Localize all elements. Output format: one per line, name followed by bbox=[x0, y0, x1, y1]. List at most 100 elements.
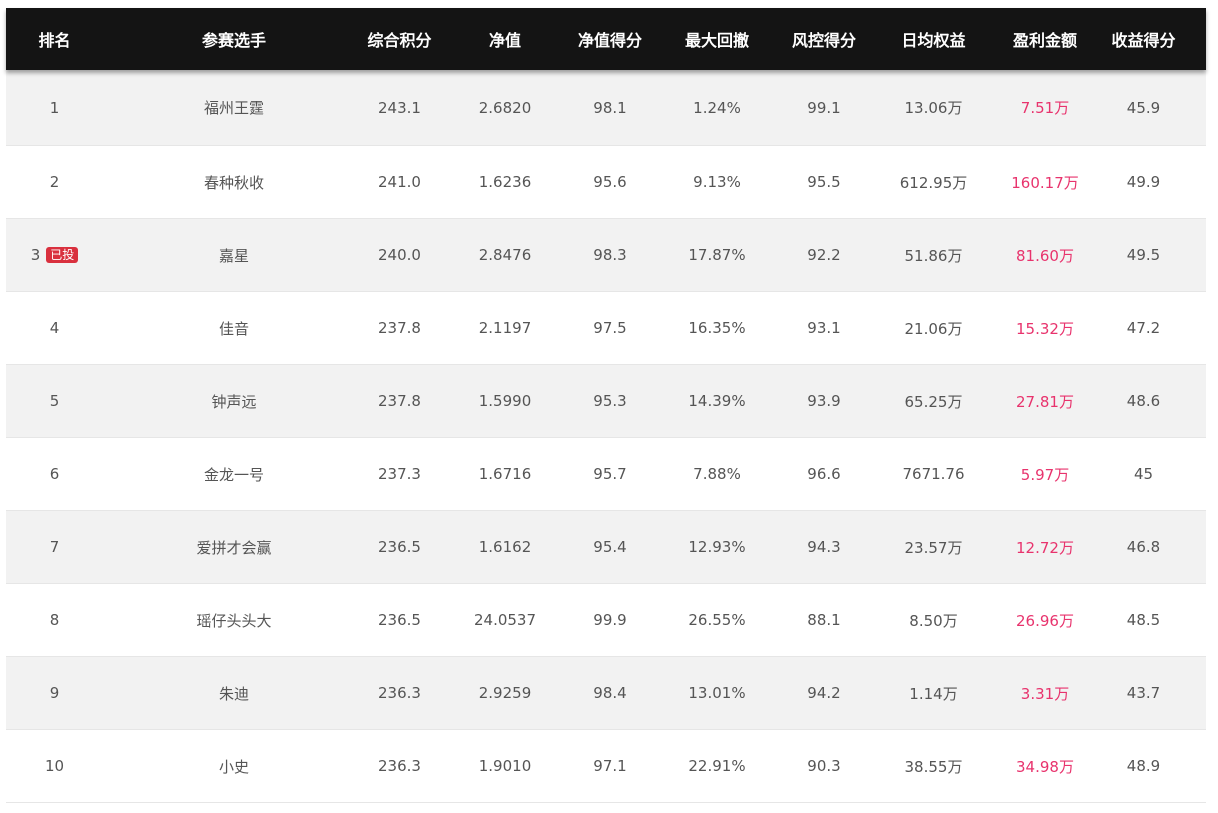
rank-cell: 1 bbox=[6, 99, 103, 117]
avg-equity-cell-text: 23.57万 bbox=[904, 538, 963, 557]
profit-cell: 5.97万 bbox=[1009, 464, 1081, 485]
table-row[interactable]: 3 已投 嘉星 240.0 2.8476 98.3 17.87% 92.2 51.86万 81.6… bbox=[6, 219, 1206, 292]
return-score-cell: 45 bbox=[1081, 465, 1206, 483]
score-cell-text: 241.0 bbox=[378, 173, 421, 191]
return-score-cell-text: 49.5 bbox=[1126, 246, 1161, 264]
drawdown-cell: 12.93% bbox=[644, 538, 790, 556]
header-risk-score[interactable]: 风控得分 bbox=[790, 27, 858, 51]
avg-equity-cell-text: 13.06万 bbox=[904, 99, 963, 117]
nav-cell-text: 2.6820 bbox=[478, 98, 532, 117]
table-row[interactable]: 7 爱拼才会赢 236.5 1.6162 95.4 12.93% 94.3 23.57万 12.… bbox=[6, 511, 1206, 584]
score-cell: 243.1 bbox=[365, 99, 434, 117]
score-cell: 240.0 bbox=[365, 246, 434, 264]
nav-score-cell: 95.7 bbox=[576, 465, 644, 483]
nav-cell: 1.6162 bbox=[434, 538, 576, 556]
drawdown-cell: 17.87% bbox=[644, 246, 790, 264]
header-profit[interactable]: 盈利金额 bbox=[1009, 27, 1081, 51]
table-row[interactable]: 2 春种秋收 241.0 1.6236 95.6 9.13% 95.5 612.95万 160.… bbox=[6, 146, 1206, 219]
return-score-cell-text: 43.7 bbox=[1126, 684, 1161, 702]
avg-equity-cell: 23.57万 bbox=[858, 537, 1009, 558]
rank-cell: 5 bbox=[6, 392, 103, 410]
score-cell-text: 237.8 bbox=[378, 319, 421, 337]
score-cell: 236.5 bbox=[365, 538, 434, 556]
header-nav[interactable]: 净值 bbox=[434, 27, 576, 51]
risk-score-cell-text: 90.3 bbox=[807, 757, 841, 775]
risk-score-cell-text: 93.1 bbox=[807, 319, 841, 337]
table-row[interactable]: 9 朱迪 236.3 2.9259 98.4 13.01% 94.2 1.14万 3.31万 43… bbox=[6, 657, 1206, 730]
player-name: 佳音 bbox=[103, 318, 365, 339]
nav-cell: 1.5990 bbox=[434, 392, 576, 410]
table-row[interactable]: 6 金龙一号 237.3 1.6716 95.7 7.88% 96.6 7671.76 5.97… bbox=[6, 438, 1206, 511]
player-name-text: 钟声远 bbox=[211, 392, 257, 411]
table-row[interactable]: 5 钟声远 237.8 1.5990 95.3 14.39% 93.9 65.25万 27.81… bbox=[6, 365, 1206, 438]
avg-equity-cell-text: 1.14万 bbox=[909, 684, 958, 703]
nav-cell-text: 1.5990 bbox=[478, 392, 532, 410]
return-score-cell: 48.6 bbox=[1081, 392, 1206, 410]
drawdown-cell: 22.91% bbox=[644, 757, 790, 775]
nav-cell-text: 2.8476 bbox=[478, 246, 532, 264]
header-score[interactable]: 综合积分 bbox=[365, 27, 434, 51]
score-cell: 241.0 bbox=[365, 173, 434, 191]
player-name: 嘉星 bbox=[103, 245, 365, 266]
header-avg-equity[interactable]: 日均权益 bbox=[858, 27, 1009, 51]
table-row[interactable]: 8 瑶仔头头大 236.5 24.0537 99.9 26.55% 88.1 8.50万 26.… bbox=[6, 584, 1206, 657]
rank-cell-text: 9 bbox=[49, 684, 60, 702]
nav-cell-text: 1.6716 bbox=[478, 465, 532, 483]
avg-equity-cell-text: 38.55万 bbox=[904, 757, 963, 776]
player-name: 瑶仔头头大 bbox=[103, 610, 365, 631]
avg-equity-cell: 8.50万 bbox=[858, 610, 1009, 631]
return-score-cell: 49.5 bbox=[1081, 246, 1206, 264]
header-player[interactable]: 参赛选手 bbox=[103, 27, 365, 51]
profit-cell: 26.96万 bbox=[1009, 610, 1081, 631]
profit-cell-text: 5.97万 bbox=[1020, 465, 1070, 484]
nav-cell-text: 2.9259 bbox=[478, 684, 532, 702]
rank-cell: 8 bbox=[6, 611, 103, 629]
header-drawdown[interactable]: 最大回撤 bbox=[644, 27, 790, 51]
invested-badge: 已投 bbox=[46, 247, 79, 263]
return-score-cell-text: 47.2 bbox=[1126, 319, 1161, 337]
score-cell-text: 237.3 bbox=[378, 465, 421, 483]
avg-equity-cell: 38.55万 bbox=[858, 756, 1009, 777]
score-cell-text: 236.3 bbox=[378, 684, 421, 702]
header-return-score[interactable]: 收益得分 bbox=[1081, 27, 1206, 51]
return-score-cell-text: 48.6 bbox=[1126, 392, 1161, 410]
rank-cell: 9 bbox=[6, 684, 103, 702]
player-name: 爱拼才会赢 bbox=[103, 537, 365, 558]
table-body: 1 福州王霆 243.1 2.6820 98.1 1.24% 99.1 13.06万 7.51万… bbox=[6, 70, 1206, 803]
avg-equity-cell-text: 7671.76 bbox=[902, 465, 965, 483]
table-row[interactable]: 4 佳音 237.8 2.1197 97.5 16.35% 93.1 21.06万 15.32万… bbox=[6, 292, 1206, 365]
rank-cell-text: 10 bbox=[44, 757, 65, 775]
rank-cell-text: 6 bbox=[49, 465, 60, 483]
nav-cell: 2.8476 bbox=[434, 246, 576, 264]
risk-score-cell: 92.2 bbox=[790, 246, 858, 264]
risk-score-cell: 95.5 bbox=[790, 173, 858, 191]
profit-cell-text: 34.98万 bbox=[1016, 757, 1074, 776]
risk-score-cell: 94.2 bbox=[790, 684, 858, 702]
avg-equity-cell: 13.06万 bbox=[858, 97, 1009, 118]
score-cell: 237.8 bbox=[365, 392, 434, 410]
profit-cell: 160.17万 bbox=[1009, 172, 1081, 193]
rank-cell-text: 5 bbox=[49, 392, 60, 410]
nav-cell: 1.6716 bbox=[434, 465, 576, 483]
player-name-text: 爱拼才会赢 bbox=[196, 538, 272, 557]
table-row[interactable]: 1 福州王霆 243.1 2.6820 98.1 1.24% 99.1 13.06万 7.51万… bbox=[6, 70, 1206, 146]
nav-cell: 1.6236 bbox=[434, 173, 576, 191]
header-nav-score[interactable]: 净值得分 bbox=[576, 27, 644, 51]
avg-equity-cell: 612.95万 bbox=[858, 172, 1009, 193]
rank-cell-text: 8 bbox=[49, 611, 60, 629]
return-score-cell-text: 46.8 bbox=[1126, 538, 1161, 556]
nav-score-cell-text: 99.9 bbox=[593, 611, 627, 629]
return-score-cell: 43.7 bbox=[1081, 684, 1206, 702]
table-row[interactable]: 10 小史 236.3 1.9010 97.1 22.91% 90.3 38.55万 34.98… bbox=[6, 730, 1206, 803]
score-cell-text: 243.1 bbox=[378, 98, 421, 117]
nav-cell: 2.6820 bbox=[434, 99, 576, 117]
nav-score-cell: 99.9 bbox=[576, 611, 644, 629]
drawdown-cell: 1.24% bbox=[644, 99, 790, 117]
profit-cell: 15.32万 bbox=[1009, 318, 1081, 339]
header-rank[interactable]: 排名 bbox=[6, 27, 103, 51]
nav-score-cell-text: 95.6 bbox=[593, 173, 627, 191]
profit-cell: 27.81万 bbox=[1009, 391, 1081, 412]
profit-cell-text: 3.31万 bbox=[1020, 684, 1070, 703]
nav-cell-text: 24.0537 bbox=[473, 611, 537, 629]
nav-cell: 1.9010 bbox=[434, 757, 576, 775]
